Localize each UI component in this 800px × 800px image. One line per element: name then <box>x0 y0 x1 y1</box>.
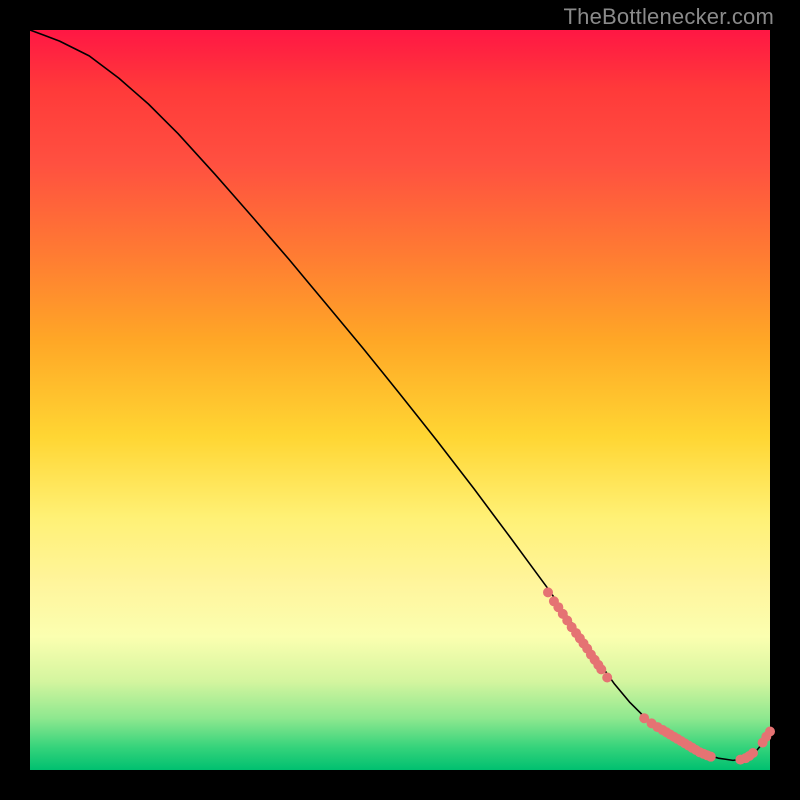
chart-svg <box>30 30 770 770</box>
data-point <box>706 752 716 762</box>
data-point <box>602 673 612 683</box>
bottleneck-curve-line <box>30 30 770 760</box>
data-point <box>543 587 553 597</box>
data-point-markers <box>543 587 775 764</box>
watermark-text: TheBottlenecker.com <box>564 4 774 30</box>
data-point <box>765 727 775 737</box>
data-point <box>596 664 606 674</box>
plot-area <box>30 30 770 770</box>
chart-frame: TheBottlenecker.com <box>0 0 800 800</box>
data-point <box>748 748 758 758</box>
